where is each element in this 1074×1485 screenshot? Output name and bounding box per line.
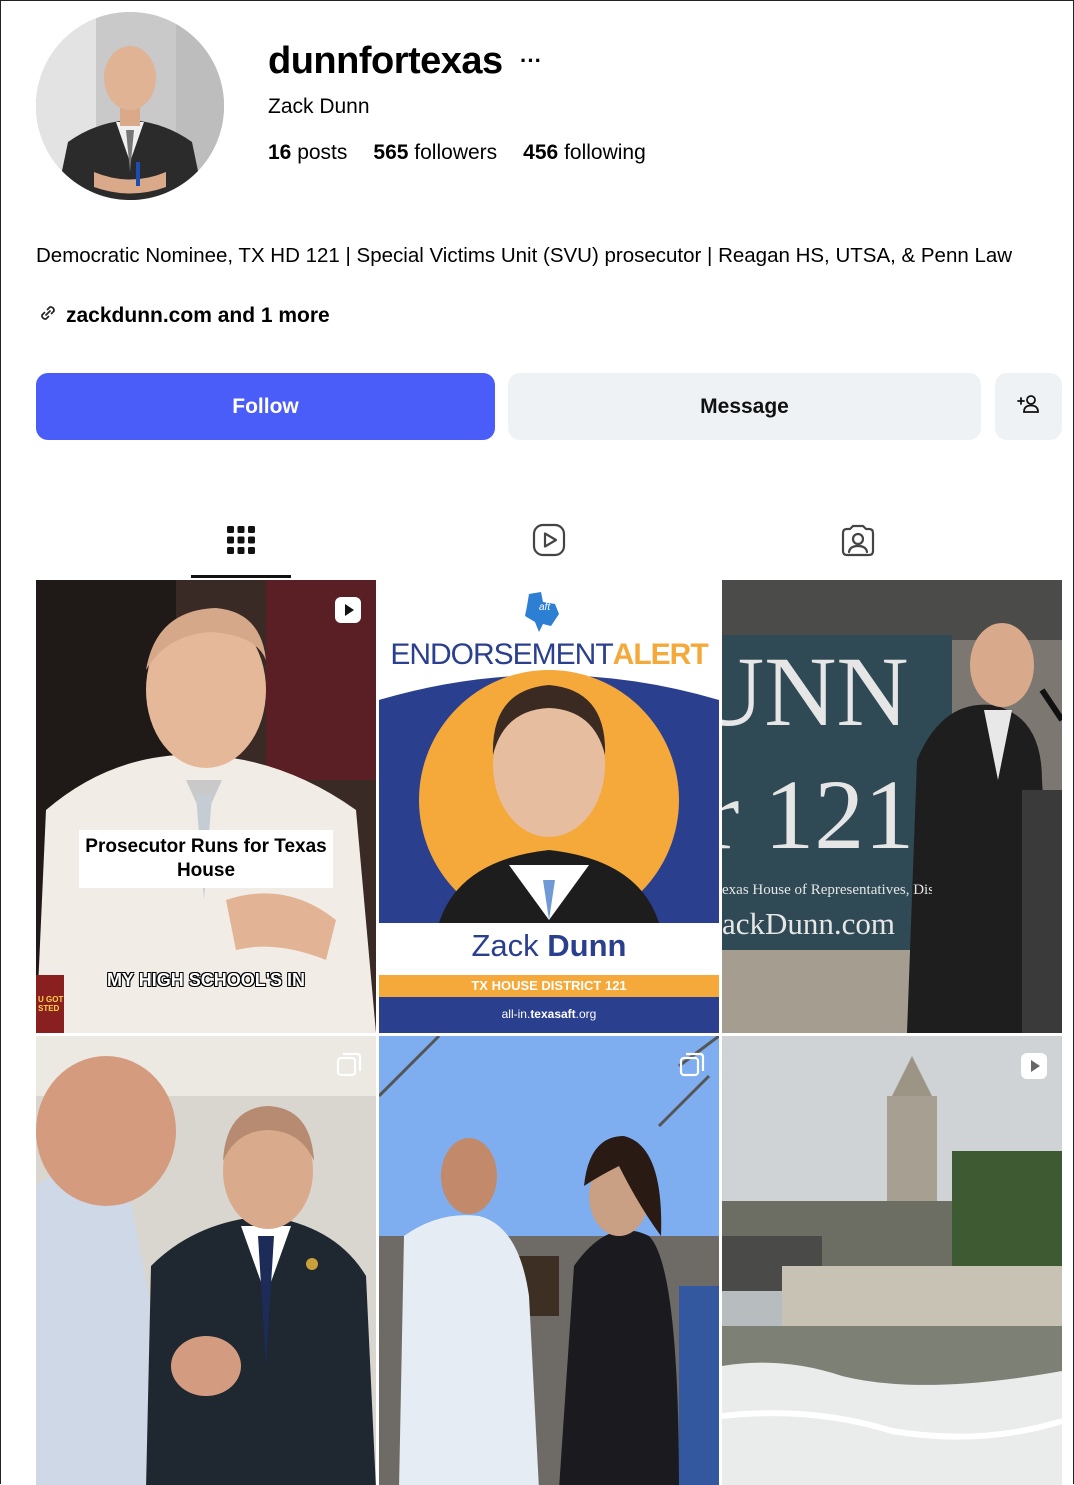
post-tile[interactable]: [379, 1036, 719, 1485]
posts-label: posts: [297, 141, 348, 164]
district-label: TX HOUSE DISTRICT 121: [471, 978, 627, 993]
post-caption-box: Prosecutor Runs for Texas House: [79, 830, 333, 888]
aft-logo-text: aft: [539, 602, 551, 613]
post-tile[interactable]: Prosecutor Runs for Texas House MY HIGH …: [36, 580, 376, 1033]
message-button[interactable]: Message: [508, 373, 981, 440]
post-corner-text: U GOT STED: [38, 995, 64, 1013]
carousel-icon: [679, 1052, 705, 1083]
reels-icon: [531, 522, 567, 563]
post-tile[interactable]: [36, 1036, 376, 1485]
tagged-icon: [840, 522, 876, 563]
post-caption-bottom: MY HIGH SCHOOL'S IN: [107, 970, 305, 990]
followers-stat[interactable]: 565 followers: [373, 141, 497, 165]
post-tile[interactable]: aft ENDORSEMENTALERT Zack Dunn TX HOUSE …: [379, 580, 719, 1033]
endorsed-last-name: Dunn: [547, 928, 627, 963]
endorsement-heading: ENDORSEMENTALERT: [379, 638, 719, 672]
banner-big-text: UNN: [722, 642, 909, 742]
reel-icon: [1020, 1052, 1048, 1085]
profile-full-name: Zack Dunn: [268, 95, 370, 118]
posts-count: 16: [268, 141, 292, 164]
aft-url: all-in.texasaft.org: [379, 1007, 719, 1021]
banner-number: r 121: [722, 765, 915, 865]
profile-avatar[interactable]: [36, 12, 224, 200]
following-label: following: [564, 141, 646, 164]
more-options-icon[interactable]: ···: [520, 48, 542, 74]
banner-line: exas House of Representatives, Dis: [722, 882, 932, 898]
endorsement-heading-light: ENDORSEMENT: [390, 638, 613, 671]
banner-site: ackDunn.com: [722, 906, 896, 941]
add-person-icon: [1016, 391, 1042, 423]
active-tab-indicator: [191, 575, 291, 578]
follow-button[interactable]: Follow: [36, 373, 495, 440]
aft-url-domain: texasaft: [530, 1007, 576, 1021]
following-stat[interactable]: 456 following: [523, 141, 646, 165]
grid-icon: [226, 525, 256, 560]
followers-label: followers: [414, 141, 498, 164]
link-text: zackdunn.com and 1 more: [66, 304, 330, 327]
endorsement-heading-bold: ALERT: [612, 638, 709, 671]
profile-username: dunnfortexas: [268, 40, 503, 82]
posts-stat: 16 posts: [268, 141, 347, 165]
profile-link[interactable]: zackdunn.com and 1 more: [36, 301, 330, 331]
followers-count: 565: [373, 141, 409, 164]
following-count: 456: [523, 141, 559, 164]
post-tile[interactable]: [722, 1036, 1062, 1485]
endorsed-first-name: Zack: [471, 928, 539, 963]
tab-reels[interactable]: [529, 520, 569, 564]
profile-bio: Democratic Nominee, TX HD 121 | Special …: [36, 244, 1013, 267]
tab-posts[interactable]: [221, 520, 261, 564]
tab-tagged[interactable]: [838, 520, 878, 564]
aft-url-suffix: .org: [575, 1007, 597, 1021]
suggested-users-button[interactable]: [995, 373, 1062, 440]
endorsed-name: Zack Dunn: [379, 928, 719, 964]
post-tile[interactable]: UNN r 121 exas House of Representatives,…: [722, 580, 1062, 1033]
reel-icon: [334, 596, 362, 629]
profile-stats: 16 posts 565 followers 456 following: [268, 141, 646, 165]
carousel-icon: [336, 1052, 362, 1083]
aft-url-prefix: all-in.: [501, 1007, 531, 1021]
link-icon: [36, 301, 60, 331]
posts-grid: Prosecutor Runs for Texas House MY HIGH …: [36, 580, 1062, 1485]
